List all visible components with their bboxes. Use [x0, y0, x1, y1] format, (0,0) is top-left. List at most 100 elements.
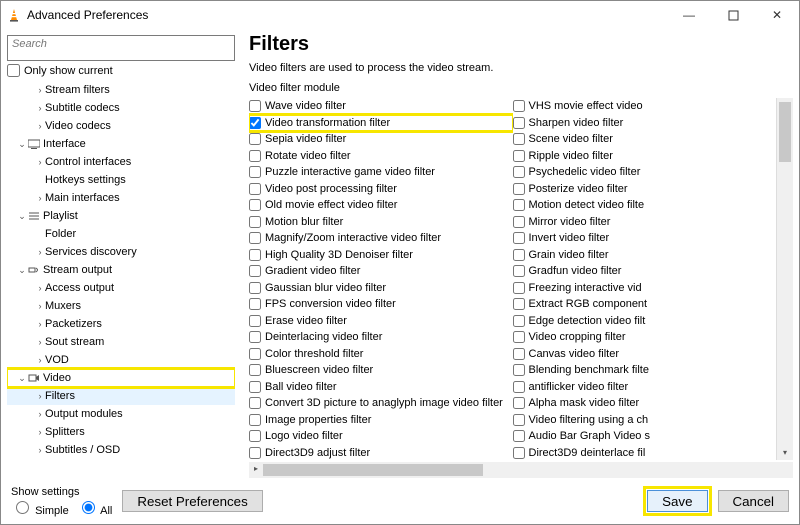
filter-checkbox-input[interactable]: [513, 331, 525, 343]
filter-checkbox[interactable]: Logo video filter: [249, 428, 513, 445]
filter-checkbox-input[interactable]: [513, 381, 525, 393]
filter-checkbox-input[interactable]: [249, 315, 261, 327]
tree-item-control-interfaces[interactable]: ›Control interfaces: [7, 153, 235, 171]
tree-item-vod[interactable]: ›VOD: [7, 351, 235, 369]
filter-checkbox[interactable]: High Quality 3D Denoiser filter: [249, 247, 513, 264]
filter-checkbox-input[interactable]: [249, 414, 261, 426]
filter-checkbox-input[interactable]: [513, 117, 525, 129]
filter-checkbox[interactable]: Sepia video filter: [249, 131, 513, 148]
filter-checkbox[interactable]: antiflicker video filter: [513, 379, 777, 396]
filter-checkbox-input[interactable]: [249, 364, 261, 376]
tree-item-folder[interactable]: Folder: [7, 225, 235, 243]
filter-checkbox[interactable]: Rotate video filter: [249, 148, 513, 165]
filter-checkbox-input[interactable]: [513, 216, 525, 228]
filter-checkbox[interactable]: Gradfun video filter: [513, 263, 777, 280]
filter-checkbox[interactable]: Old movie effect video filter: [249, 197, 513, 214]
filter-checkbox[interactable]: Edge detection video filt: [513, 313, 777, 330]
tree-item-playlist[interactable]: ⌄Playlist: [7, 207, 235, 225]
tree-item-filters[interactable]: ›Filters: [7, 387, 235, 405]
tree-item-video[interactable]: ⌄Video: [7, 369, 235, 387]
filter-checkbox[interactable]: Wave video filter: [249, 98, 513, 115]
filter-checkbox[interactable]: Erase video filter: [249, 313, 513, 330]
filter-checkbox[interactable]: Scene video filter: [513, 131, 777, 148]
filter-checkbox-input[interactable]: [249, 166, 261, 178]
tree-item-stream-filters[interactable]: ›Stream filters: [7, 81, 235, 99]
filter-checkbox[interactable]: Ripple video filter: [513, 148, 777, 165]
filter-checkbox-input[interactable]: [513, 348, 525, 360]
filter-checkbox[interactable]: Magnify/Zoom interactive video filter: [249, 230, 513, 247]
vertical-scrollbar[interactable]: ▴ ▾: [776, 98, 793, 460]
tree-item-stream-output[interactable]: ⌄Stream output: [7, 261, 235, 279]
cancel-button[interactable]: Cancel: [718, 490, 790, 512]
filter-checkbox[interactable]: Direct3D9 deinterlace fil: [513, 445, 777, 461]
filter-checkbox[interactable]: Video filtering using a ch: [513, 412, 777, 429]
filter-checkbox-input[interactable]: [249, 430, 261, 442]
filter-checkbox[interactable]: Gaussian blur video filter: [249, 280, 513, 297]
filter-checkbox-input[interactable]: [249, 282, 261, 294]
tree-item-subtitles-osd[interactable]: ›Subtitles / OSD: [7, 441, 235, 459]
preferences-tree[interactable]: ›Stream filters ›Subtitle codecs ›Video …: [7, 81, 235, 474]
filter-checkbox-input[interactable]: [513, 232, 525, 244]
minimize-button[interactable]: —: [667, 1, 711, 29]
horizontal-scrollbar[interactable]: ◂ ▸: [249, 462, 793, 478]
tree-item-muxers[interactable]: ›Muxers: [7, 297, 235, 315]
filter-checkbox[interactable]: Motion detect video filte: [513, 197, 777, 214]
filter-checkbox-input[interactable]: [249, 117, 261, 129]
filter-checkbox-input[interactable]: [513, 199, 525, 211]
only-show-current-checkbox[interactable]: Only show current: [7, 64, 235, 77]
filter-checkbox[interactable]: Direct3D9 adjust filter: [249, 445, 513, 461]
filter-checkbox-input[interactable]: [249, 348, 261, 360]
only-show-current-box[interactable]: [7, 64, 20, 77]
filter-checkbox-input[interactable]: [513, 364, 525, 376]
filter-checkbox[interactable]: Deinterlacing video filter: [249, 329, 513, 346]
scroll-right-icon[interactable]: ▸: [249, 462, 263, 476]
filter-checkbox-input[interactable]: [513, 430, 525, 442]
filter-checkbox-input[interactable]: [513, 100, 525, 112]
tree-item-packetizers[interactable]: ›Packetizers: [7, 315, 235, 333]
filter-checkbox-input[interactable]: [513, 249, 525, 261]
filter-checkbox-input[interactable]: [513, 133, 525, 145]
filter-checkbox-input[interactable]: [249, 249, 261, 261]
filter-checkbox-input[interactable]: [249, 216, 261, 228]
tree-item-main-interfaces[interactable]: ›Main interfaces: [7, 189, 235, 207]
filter-checkbox-input[interactable]: [249, 331, 261, 343]
filter-checkbox-input[interactable]: [249, 397, 261, 409]
filter-checkbox-input[interactable]: [513, 183, 525, 195]
filter-checkbox-input[interactable]: [249, 183, 261, 195]
filter-checkbox[interactable]: Puzzle interactive game video filter: [249, 164, 513, 181]
tree-item-sout-stream[interactable]: ›Sout stream: [7, 333, 235, 351]
tree-item-access-output[interactable]: ›Access output: [7, 279, 235, 297]
tree-item-splitters[interactable]: ›Splitters: [7, 423, 235, 441]
filter-checkbox[interactable]: Invert video filter: [513, 230, 777, 247]
filter-checkbox[interactable]: Color threshold filter: [249, 346, 513, 363]
filter-checkbox-input[interactable]: [249, 232, 261, 244]
tree-item-output-modules[interactable]: ›Output modules: [7, 405, 235, 423]
filter-checkbox[interactable]: Gradient video filter: [249, 263, 513, 280]
filter-checkbox[interactable]: Freezing interactive vid: [513, 280, 777, 297]
filter-checkbox-input[interactable]: [513, 298, 525, 310]
filter-checkbox-input[interactable]: [249, 298, 261, 310]
tree-item-hotkeys-settings[interactable]: Hotkeys settings: [7, 171, 235, 189]
filter-checkbox-input[interactable]: [513, 315, 525, 327]
filter-checkbox[interactable]: Bluescreen video filter: [249, 362, 513, 379]
filter-checkbox-input[interactable]: [249, 447, 261, 459]
reset-preferences-button[interactable]: Reset Preferences: [122, 490, 262, 512]
close-button[interactable]: ✕: [755, 1, 799, 29]
filter-checkbox-input[interactable]: [513, 414, 525, 426]
filter-checkbox[interactable]: Motion blur filter: [249, 214, 513, 231]
filter-checkbox-input[interactable]: [513, 265, 525, 277]
filter-checkbox[interactable]: Grain video filter: [513, 247, 777, 264]
search-input[interactable]: Search: [7, 35, 235, 61]
filter-checkbox-input[interactable]: [513, 447, 525, 459]
scroll-thumb[interactable]: [779, 102, 791, 162]
filter-checkbox[interactable]: Ball video filter: [249, 379, 513, 396]
tree-item-interface[interactable]: ⌄Interface: [7, 135, 235, 153]
filter-checkbox[interactable]: Posterize video filter: [513, 181, 777, 198]
filter-checkbox[interactable]: Blending benchmark filte: [513, 362, 777, 379]
filter-checkbox-input[interactable]: [249, 150, 261, 162]
filter-checkbox-input[interactable]: [513, 397, 525, 409]
filter-checkbox[interactable]: VHS movie effect video: [513, 98, 777, 115]
filter-checkbox-input[interactable]: [249, 265, 261, 277]
maximize-button[interactable]: [711, 1, 755, 29]
scroll-thumb-h[interactable]: [263, 464, 483, 476]
